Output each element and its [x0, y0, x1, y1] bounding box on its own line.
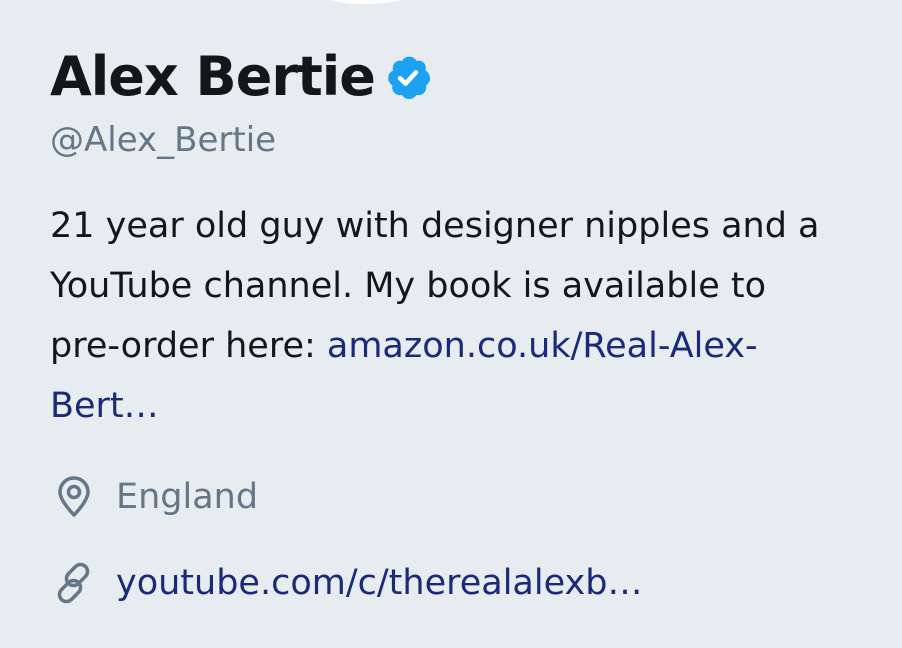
name-row: Alex Bertie [50, 38, 870, 114]
location-pin-icon [58, 476, 90, 517]
profile-bio: 21 year old guy with designer nipples an… [50, 196, 840, 436]
link-icon [57, 562, 90, 604]
profile-location: England [50, 466, 870, 528]
profile-handle: @Alex_Bertie [50, 120, 277, 160]
profile-website: youtube.com/c/therealalexb… [50, 552, 870, 614]
website-link[interactable]: youtube.com/c/therealalexb… [116, 563, 642, 603]
avatar[interactable] [290, 0, 440, 4]
profile-card: Alex Bertie @Alex_Bertie 21 year old guy… [50, 38, 870, 614]
verified-badge-icon [388, 56, 431, 100]
location-text: England [116, 477, 259, 517]
profile-name: Alex Bertie [50, 44, 376, 108]
